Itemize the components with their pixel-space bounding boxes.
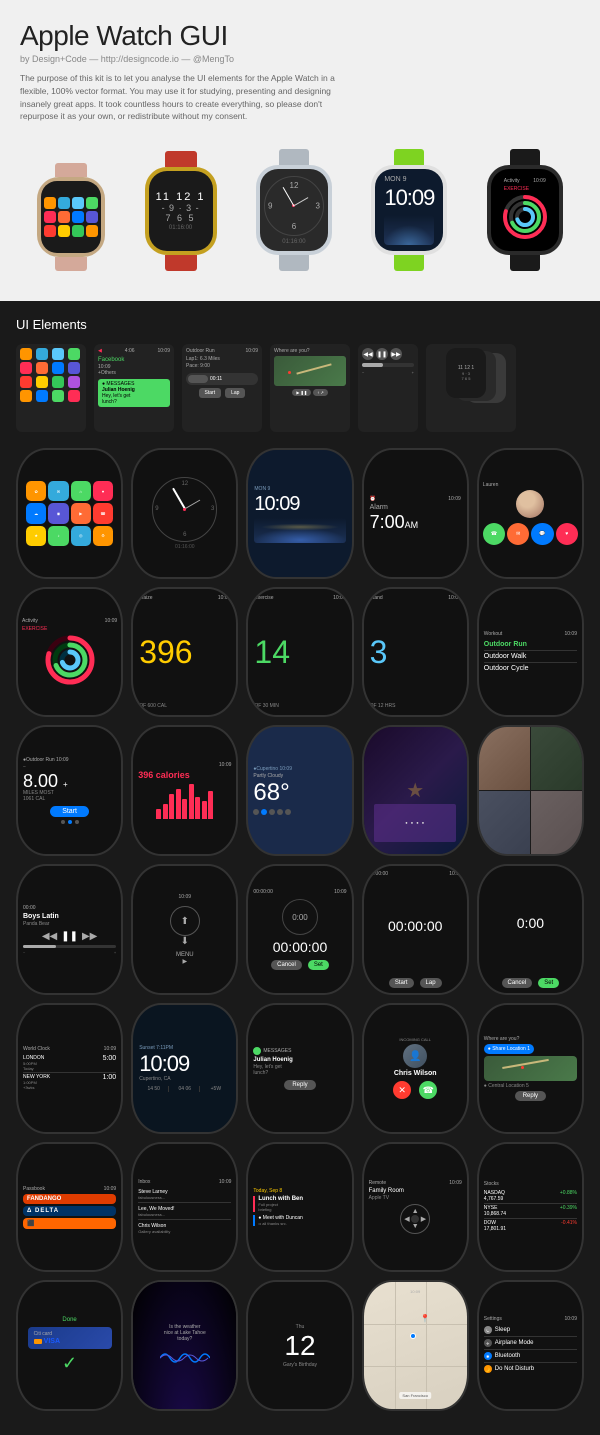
watch-icons [37,163,105,271]
watch-world-clock: World Clock 10:09 LONDON 5:00PM Today 5:… [16,1003,123,1134]
watch-birthday: Thu 12 Gary's Birthday [246,1280,353,1411]
watch-grid-row4: 00:00 Boys Latin Panda Bear ◀◀ ❚❚ ▶▶ − + [16,864,584,995]
app-subtitle: by Design+Code — http://designcode.io — … [20,54,580,64]
watch-messages: MESSAGES Julian Hoenig Hey, let's getlun… [246,1003,353,1134]
ui-map: Where are you? ▶ ❚❚ ↑ ↗ [270,344,350,432]
watch-stocks: Stocks NASDAQ 4,767.59 +0.88% NYSE 10,86… [477,1142,584,1273]
watch-concert: ● ● ● ● ★ [362,725,469,856]
ui-elements-row: ◀4:0610:09 Facebook 10:09+Others ● MESSA… [16,344,584,432]
app-description: The purpose of this kit is to let you an… [20,72,340,123]
watch-payment: Done Citi card VISA ✓ [16,1280,123,1411]
watch-sf-map: 📍 San Francisco 10:09 [362,1280,469,1411]
watch-analog-gold: 11 12 1 - 9 · 3 - 7 6 5 01:16:00 [145,151,217,271]
watch-bar-chart: 10:09 396 calories [131,725,238,856]
watch-dark-digital: MON 9 10:09 [246,448,353,579]
watch-timer-cancelset: 0:00 Cancel Set [477,864,584,995]
ui-workout: Outdoor Run10:09 Lap1: 6.3 Miles Pace: 9… [182,344,262,432]
watch-timer-startlap: 00:00:00 10:09 00:00:00 Start Lap [362,864,469,995]
watch-siri-weather: Is the weathernice at Lake Tahoetoday? [131,1280,238,1411]
watch-stopwatch: 00:00:00 10:09 0:00 00:00:00 Cancel Set [246,864,353,995]
watch-alarm: ⏰ 10:09 Alarm 7:00AM [362,448,469,579]
ui-controls: ◀◀ ❚❚ ▶▶ − + [358,344,418,432]
ui-notifications: ◀4:0610:09 Facebook 10:09+Others ● MESSA… [94,344,174,432]
watch-grid-row2: Activity 10:09 EXERCISE Maize [16,587,584,718]
watch-portrait [477,725,584,856]
watch-home: ✿ ✉ ⌂ ♥ ☁ ◉ ▶ ☎ ★ ♪ ◎ ⚙ [16,448,123,579]
ui-elements-label: UI Elements [16,317,584,332]
watch-remote: Remote 10:09 Family Room Apple TV ▲ ▼ ◀ … [362,1142,469,1273]
watch-stand: Stand 10:09 3 OF 12 HRS [362,587,469,718]
watch-nav: 10:09 ⬆ ⬇ MENU ▶ [131,864,238,995]
watch-outdoor-run: ●Outdoor Run 10:09 − 8.00 + MILES MOST 1… [16,725,123,856]
watch-map-reply: Where are you? ● Share Location 1 ● Cent… [477,1003,584,1134]
watch-inbox: Inbox 10:09 Steve Larney fabulousness...… [131,1142,238,1273]
watch-grid-row6: Passbook 10:09 FANDANGO Δ DELTA ⬛ Inbox [16,1142,584,1273]
watch-analog-silver: 12 3 6 9 01:16:00 [256,149,332,271]
watch-settings: Settings 10:09 ⏾ Sleep ✈ Airplane Mode ✱… [477,1280,584,1411]
watch-grid-row1: ✿ ✉ ⌂ ♥ ☁ ◉ ▶ ☎ ★ ♪ ◎ ⚙ [16,448,584,579]
watch-workout-list: Workout 10:09 Outdoor Run Outdoor Walk O… [477,587,584,718]
ui-stacked-watches: 11 12 11 12 1 9 · 3 7 6 5 [426,344,516,432]
watch-incoming-call: INCOMING CALL 👤 Chris Wilson ✕ ☎ [362,1003,469,1134]
watch-analog-face: 12 3 6 9 01:16:00 [131,448,238,579]
watch-contacts: Lauren ☎ ✉ 💬 ♥ [477,448,584,579]
watch-calendar: Today, Sep 8 Lunch with Ben Full project… [246,1142,353,1273]
watch-grid-row7: Done Citi card VISA ✓ Is the weathernice… [16,1280,584,1411]
watch-passbook: Passbook 10:09 FANDANGO Δ DELTA ⬛ [16,1142,123,1273]
watch-activity-black: Activity 10:09 EXERCISE [487,149,563,271]
watch-maize: Maize 10:09 396 OF 600 CAL [131,587,238,718]
watch-activity: Activity 10:09 EXERCISE [16,587,123,718]
watch-digital-green: MON 9 10:09 [371,149,447,271]
watch-large-time: Sunset 7:11PM 10:09 Cupertino, CA 14 50 … [131,1003,238,1134]
top-section: Apple Watch GUI by Design+Code — http://… [0,0,600,301]
top-watch-row: 11 12 1 - 9 · 3 - 7 6 5 01:16:00 12 3 [20,139,580,291]
watch-grid-row5: World Clock 10:09 LONDON 5:00PM Today 5:… [16,1003,584,1134]
watch-weather: ●Cupertino 10:09 Partly Cloudy 68° [246,725,353,856]
watch-grid-row3: ●Outdoor Run 10:09 − 8.00 + MILES MOST 1… [16,725,584,856]
dark-section: UI Elements [0,301,600,1435]
ui-icons-grid [16,344,86,432]
watch-exercise: Exercise 10:09 14 OF 30 MIN [246,587,353,718]
app-title: Apple Watch GUI [20,20,580,52]
watch-music: 00:00 Boys Latin Panda Bear ◀◀ ❚❚ ▶▶ − + [16,864,123,995]
